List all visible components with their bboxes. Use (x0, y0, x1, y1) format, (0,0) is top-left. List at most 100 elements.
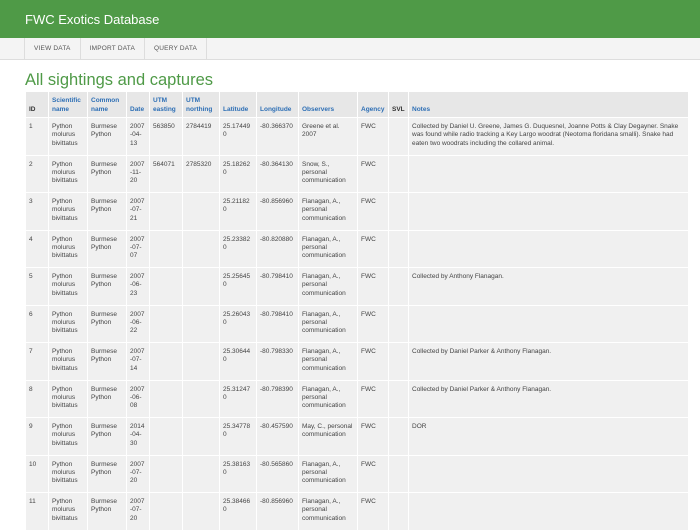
nav-import-data[interactable]: IMPORT DATA (79, 38, 144, 59)
cell-date: 2007-07-21 (126, 192, 150, 231)
cell-latitude: 25.381630 (219, 454, 257, 493)
col-header-observers[interactable]: Observers (298, 91, 358, 118)
cell-agency: FWC (357, 492, 389, 531)
cell-svl (388, 192, 409, 231)
cell-notes (408, 304, 689, 343)
cell-observers: Flanagan, A., personal communication (298, 192, 358, 231)
cell-date: 2014-04-30 (126, 417, 150, 456)
cell-longitude: -80.820880 (256, 229, 299, 268)
cell-observers: Flanagan, A., personal communication (298, 342, 358, 381)
table-row[interactable]: 3 Python molurus bivittatus Burmese Python… (25, 192, 689, 231)
cell-scientific-name: Python molurus bivittatus (48, 117, 88, 156)
cell-latitude: 25.347780 (219, 417, 257, 456)
table-row[interactable]: 8 Python molurus bivittatus Burmese Python… (25, 379, 689, 418)
cell-notes (408, 192, 689, 231)
app-header: FWC Exotics Database (0, 0, 700, 38)
table-row[interactable]: 1 Python molurus bivittatus Burmese Python… (25, 117, 689, 156)
cell-scientific-name: Python molurus bivittatus (48, 454, 88, 493)
cell-svl (388, 229, 409, 268)
cell-svl (388, 304, 409, 343)
cell-utm-northing (182, 192, 220, 231)
col-header-notes[interactable]: Notes (408, 91, 689, 118)
cell-utm-northing (182, 304, 220, 343)
cell-longitude: -80.366370 (256, 117, 299, 156)
nav-query-data[interactable]: QUERY DATA (144, 38, 208, 59)
cell-svl (388, 117, 409, 156)
col-header-scientific-name[interactable]: Scientific name (48, 91, 88, 118)
cell-common-name: Burmese Python (87, 342, 127, 381)
table-row[interactable]: 4 Python molurus bivittatus Burmese Python… (25, 229, 689, 268)
cell-agency: FWC (357, 304, 389, 343)
table-row[interactable]: 9 Python molurus bivittatus Burmese Python… (25, 417, 689, 456)
col-header-agency[interactable]: Agency (357, 91, 389, 118)
col-header-utm-northing[interactable]: UTM northing (182, 91, 220, 118)
col-header-longitude[interactable]: Longitude (256, 91, 299, 118)
cell-scientific-name: Python molurus bivittatus (48, 192, 88, 231)
cell-utm-northing (182, 267, 220, 306)
cell-notes: Collected by Daniel Parker & Anthony Fla… (408, 379, 689, 418)
cell-latitude: 25.182620 (219, 154, 257, 193)
cell-date: 2007-07-14 (126, 342, 150, 381)
table-row[interactable]: 11 Python molurus bivittatus Burmese Pytho… (25, 492, 689, 531)
col-header-common-name[interactable]: Common name (87, 91, 127, 118)
cell-svl (388, 492, 409, 531)
cell-longitude: -80.798390 (256, 379, 299, 418)
cell-notes: Collected by Daniel U. Greene, James G. … (408, 117, 689, 156)
cell-id: 10 (25, 454, 49, 493)
cell-utm-northing (182, 379, 220, 418)
cell-date: 2007-07-07 (126, 229, 150, 268)
cell-utm-northing (182, 492, 220, 531)
cell-latitude: 25.174490 (219, 117, 257, 156)
cell-latitude: 25.306440 (219, 342, 257, 381)
cell-longitude: -80.565860 (256, 454, 299, 493)
cell-agency: FWC (357, 154, 389, 193)
cell-id: 6 (25, 304, 49, 343)
cell-agency: FWC (357, 417, 389, 456)
cell-observers: Flanagan, A., personal communication (298, 379, 358, 418)
cell-utm-easting (149, 304, 183, 343)
cell-utm-easting (149, 417, 183, 456)
cell-observers: May, C., personal communication (298, 417, 358, 456)
cell-utm-easting (149, 454, 183, 493)
cell-observers: Snow, S., personal communication (298, 154, 358, 193)
cell-latitude: 25.211820 (219, 192, 257, 231)
cell-utm-northing (182, 342, 220, 381)
cell-utm-easting (149, 492, 183, 531)
cell-agency: FWC (357, 229, 389, 268)
cell-scientific-name: Python molurus bivittatus (48, 417, 88, 456)
table-row[interactable]: 5 Python molurus bivittatus Burmese Python… (25, 267, 689, 306)
cell-scientific-name: Python molurus bivittatus (48, 229, 88, 268)
cell-date: 2007-04-13 (126, 117, 150, 156)
col-header-date[interactable]: Date (126, 91, 150, 118)
cell-id: 7 (25, 342, 49, 381)
cell-svl (388, 417, 409, 456)
cell-svl (388, 454, 409, 493)
table-row[interactable]: 7 Python molurus bivittatus Burmese Python… (25, 342, 689, 381)
cell-scientific-name: Python molurus bivittatus (48, 304, 88, 343)
cell-notes (408, 229, 689, 268)
cell-common-name: Burmese Python (87, 267, 127, 306)
cell-notes: Collected by Daniel Parker & Anthony Fla… (408, 342, 689, 381)
app-title[interactable]: FWC Exotics Database (25, 12, 159, 27)
cell-utm-northing: 2785320 (182, 154, 220, 193)
cell-date: 2007-06-23 (126, 267, 150, 306)
cell-date: 2007-11-20 (126, 154, 150, 193)
col-header-latitude[interactable]: Latitude (219, 91, 257, 118)
cell-utm-easting (149, 267, 183, 306)
cell-date: 2007-06-08 (126, 379, 150, 418)
table-row[interactable]: 6 Python molurus bivittatus Burmese Python… (25, 304, 689, 343)
cell-notes: Collected by Anthony Flanagan. (408, 267, 689, 306)
table-row[interactable]: 2 Python molurus bivittatus Burmese Python… (25, 154, 689, 193)
col-header-svl: SVL (388, 91, 409, 118)
sightings-table: ID Scientific name Common name Date UTM … (25, 91, 689, 531)
cell-utm-northing (182, 229, 220, 268)
cell-latitude: 25.260430 (219, 304, 257, 343)
col-header-utm-easting[interactable]: UTM easting (149, 91, 183, 118)
cell-observers: Flanagan, A., personal communication (298, 267, 358, 306)
cell-observers: Flanagan, A., personal communication (298, 454, 358, 493)
cell-agency: FWC (357, 117, 389, 156)
cell-agency: FWC (357, 379, 389, 418)
cell-notes (408, 492, 689, 531)
nav-view-data[interactable]: VIEW DATA (24, 38, 80, 59)
table-row[interactable]: 10 Python molurus bivittatus Burmese Pytho… (25, 454, 689, 493)
